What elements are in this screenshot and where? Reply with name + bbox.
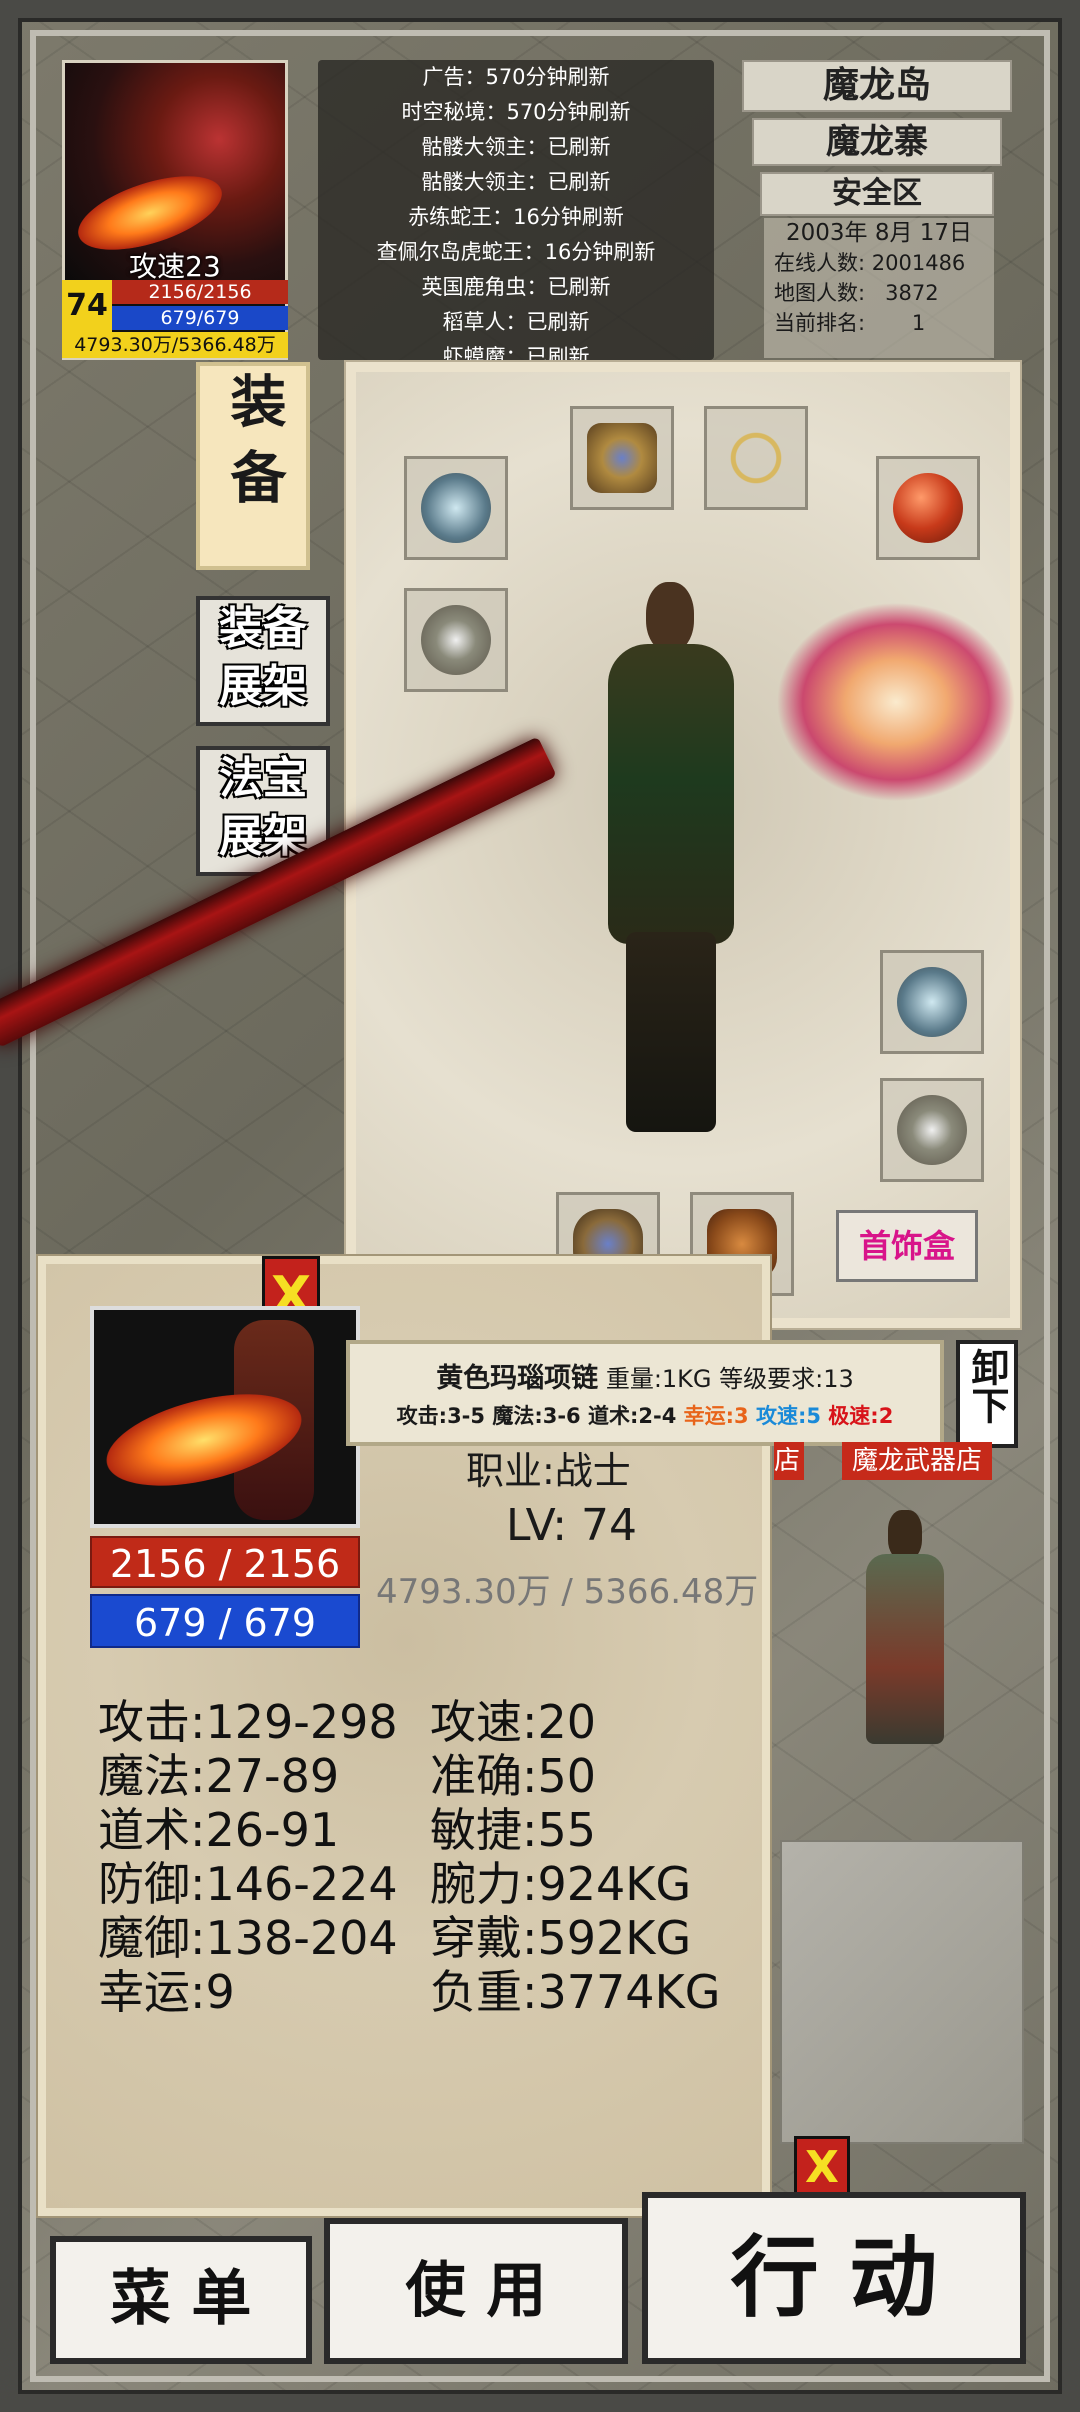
shelf-label-top: 装备 [219, 603, 307, 654]
item-attack-speed: 攻速:5 [755, 1404, 821, 1428]
boss-refresh-notices: 广告：570分钟刷新 时空秘境：570分钟刷新 骷髅大领主：已刷新 骷髅大领主：… [318, 60, 714, 360]
notice-item: 虾蟆魔：已刷新 [442, 345, 590, 360]
close-secondary-button[interactable]: X [794, 2136, 850, 2198]
ring-icon [421, 605, 491, 675]
location-panel: 魔龙岛 魔龙寨 安全区 2003年 8月 17日 在线人数: 2001486 地… [742, 60, 1012, 360]
slot-gem[interactable] [876, 456, 980, 560]
notice-item: 赤练蛇王：16分钟刷新 [408, 205, 624, 229]
slot-bracelet-left[interactable] [404, 456, 508, 560]
helmet-icon [587, 423, 657, 493]
npc-body [866, 1554, 944, 1744]
stone-floor-tile [780, 1840, 1024, 2144]
bracelet-icon [897, 967, 967, 1037]
notice-item: 骷髅大领主：已刷新 [421, 135, 611, 159]
action-button[interactable]: 行 动 [642, 2192, 1026, 2364]
player-level: 74 [62, 280, 112, 332]
stat-bag-weight: 负重:3774KG [430, 1965, 721, 2019]
character-head [646, 582, 694, 652]
bracelet-icon [421, 473, 491, 543]
weapon-shop-sign[interactable]: 魔龙武器店 [842, 1442, 992, 1480]
slot-bracelet-right[interactable] [880, 950, 984, 1054]
notice-item: 广告：570分钟刷新 [422, 65, 610, 89]
necklace-icon [721, 423, 791, 493]
server-info: 2003年 8月 17日 在线人数: 2001486 地图人数: 3872 当前… [764, 218, 994, 358]
gem-icon [893, 473, 963, 543]
stat-luck: 幸运:9 [98, 1965, 235, 2019]
unequip-button[interactable]: 卸下 [956, 1340, 1018, 1448]
notice-item: 稻草人：已刷新 [442, 310, 590, 334]
current-rank: 当前排名: 1 [774, 311, 926, 335]
item-weight: 重量:1KG [605, 1365, 712, 1393]
slot-necklace[interactable] [704, 406, 808, 510]
notice-item: 时空秘境：570分钟刷新 [401, 100, 631, 124]
item-taoism: 道术:2-4 [587, 1404, 677, 1428]
map-count: 地图人数: 3872 [774, 281, 939, 305]
tab-equipment-label: 装备 [221, 372, 286, 524]
hp-bar: 2156 / 2156 [90, 1536, 360, 1588]
shop-sign-fragment: 店 [774, 1442, 804, 1480]
player-mp-bar: 679/679 [112, 306, 288, 330]
item-magic: 魔法:3-6 [492, 1404, 581, 1428]
item-title-line: 黄色玛瑙项链 重量:1KG 等级要求:13 [350, 1356, 940, 1395]
item-level-req: 等级要求:13 [719, 1365, 854, 1393]
weapon-shop-npc[interactable] [860, 1510, 950, 1750]
island-name: 魔龙岛 [742, 60, 1012, 112]
equipment-shelf-button[interactable]: 装备 展架 [196, 596, 330, 726]
shelf-label-top: 法宝 [219, 753, 307, 804]
player-exp-bar: 4793.30万/5366.48万 [62, 332, 288, 358]
item-attack: 攻击:3-5 [396, 1404, 486, 1428]
shelf-label-bottom: 展架 [219, 661, 307, 712]
level-label: LV: 74 [506, 1500, 637, 1551]
slot-ring-right[interactable] [880, 1078, 984, 1182]
mp-bar: 679 / 679 [90, 1594, 360, 1648]
attack-speed-label: 攻速23 [129, 250, 221, 283]
equipment-panel: 首饰盒 [344, 360, 1022, 1330]
character-legs [626, 932, 716, 1132]
unequip-label: 卸下 [965, 1348, 1009, 1424]
notice-item: 骷髅大领主：已刷新 [421, 170, 611, 194]
item-luck: 幸运:3 [683, 1404, 749, 1428]
item-ultra-speed: 极速:2 [828, 1404, 894, 1428]
ring-icon [897, 1095, 967, 1165]
character-model[interactable] [596, 582, 746, 1142]
menu-button[interactable]: 菜 单 [50, 2236, 312, 2364]
area-name: 魔龙寨 [752, 118, 1002, 166]
use-button[interactable]: 使 用 [324, 2218, 628, 2364]
job-label: 职业:战士 [466, 1449, 631, 1493]
npc-head [888, 1510, 922, 1560]
notice-item: 查佩尔岛虎蛇王：16分钟刷新 [376, 240, 656, 264]
game-date: 2003年 8月 17日 [785, 220, 973, 246]
zone-name: 安全区 [760, 172, 994, 216]
slot-helmet[interactable] [570, 406, 674, 510]
item-stats-line: 攻击:3-5 魔法:3-6 道术:2-4 幸运:3 攻速:5 极速:2 [350, 1400, 940, 1430]
exp-label: 4793.30万 / 5366.48万 [376, 1572, 759, 1612]
slot-ring-left[interactable] [404, 588, 508, 692]
wings-effect [776, 602, 1016, 802]
character-armor [608, 644, 734, 944]
item-name: 黄色玛瑙项链 [436, 1363, 599, 1394]
character-portrait [90, 1306, 360, 1528]
ornament-box-button[interactable]: 首饰盒 [836, 1210, 978, 1282]
player-hp-bar: 2156/2156 [112, 280, 288, 304]
notice-item: 英国鹿角虫：已刷新 [421, 275, 611, 299]
tab-equipment[interactable]: 装备 [196, 362, 310, 570]
item-tooltip: 黄色玛瑙项链 重量:1KG 等级要求:13 攻击:3-5 魔法:3-6 道术:2… [346, 1340, 944, 1446]
online-count: 在线人数: 2001486 [774, 251, 966, 275]
